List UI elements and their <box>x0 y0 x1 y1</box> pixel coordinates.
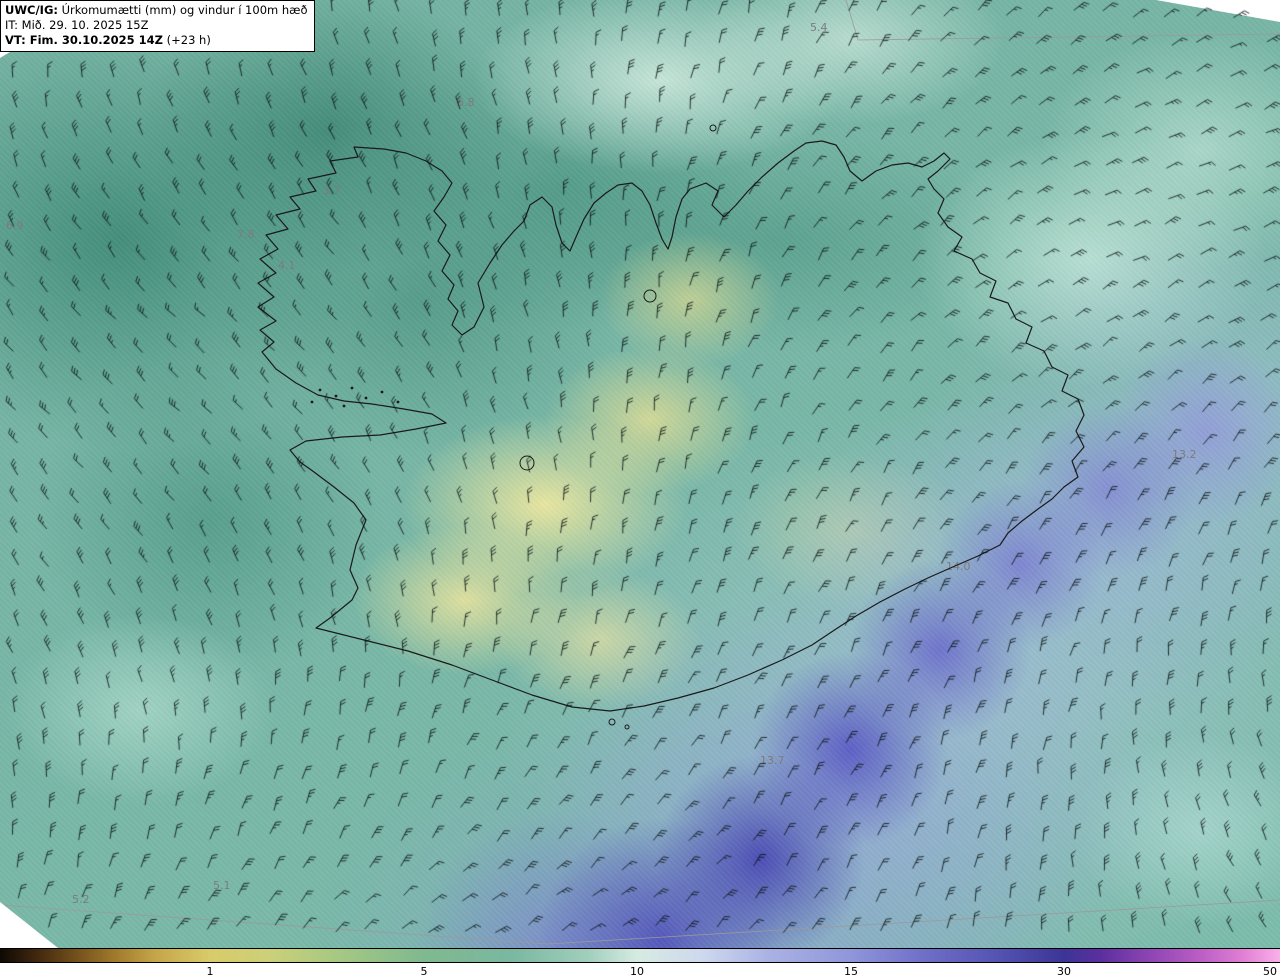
colorbar-tick-label: 10 <box>630 965 644 978</box>
colorbar-gradient <box>0 948 1280 963</box>
colorbar-tick-label: 15 <box>844 965 858 978</box>
title-line-2: IT: Mið. 29. 10. 2025 15Z <box>5 18 149 32</box>
colorbar-tick-label: 30 <box>1057 965 1071 978</box>
wind-barbs-layer <box>0 0 1280 948</box>
model-id: UWC/IG: <box>5 3 58 17</box>
title-line-1: UWC/IG: Úrkomumætti (mm) og vindur í 100… <box>5 3 308 17</box>
colorbar-tick-label: 50 <box>1263 965 1277 978</box>
map-title-box: UWC/IG: Úrkomumætti (mm) og vindur í 100… <box>0 0 315 52</box>
colorbar-tick-label: 1 <box>206 965 214 978</box>
colorbar: 1 5 10 15 30 50 <box>0 948 1280 978</box>
colorbar-tick-label: 5 <box>420 965 428 978</box>
title-line-3: VT: Fim. 30.10.2025 14Z (+23 h) <box>5 33 211 47</box>
map-area: 5.46.86.93.77.84.113.214.013.75.15.2 <box>0 0 1280 948</box>
weather-map: 5.46.86.93.77.84.113.214.013.75.15.2 <box>0 0 1280 978</box>
